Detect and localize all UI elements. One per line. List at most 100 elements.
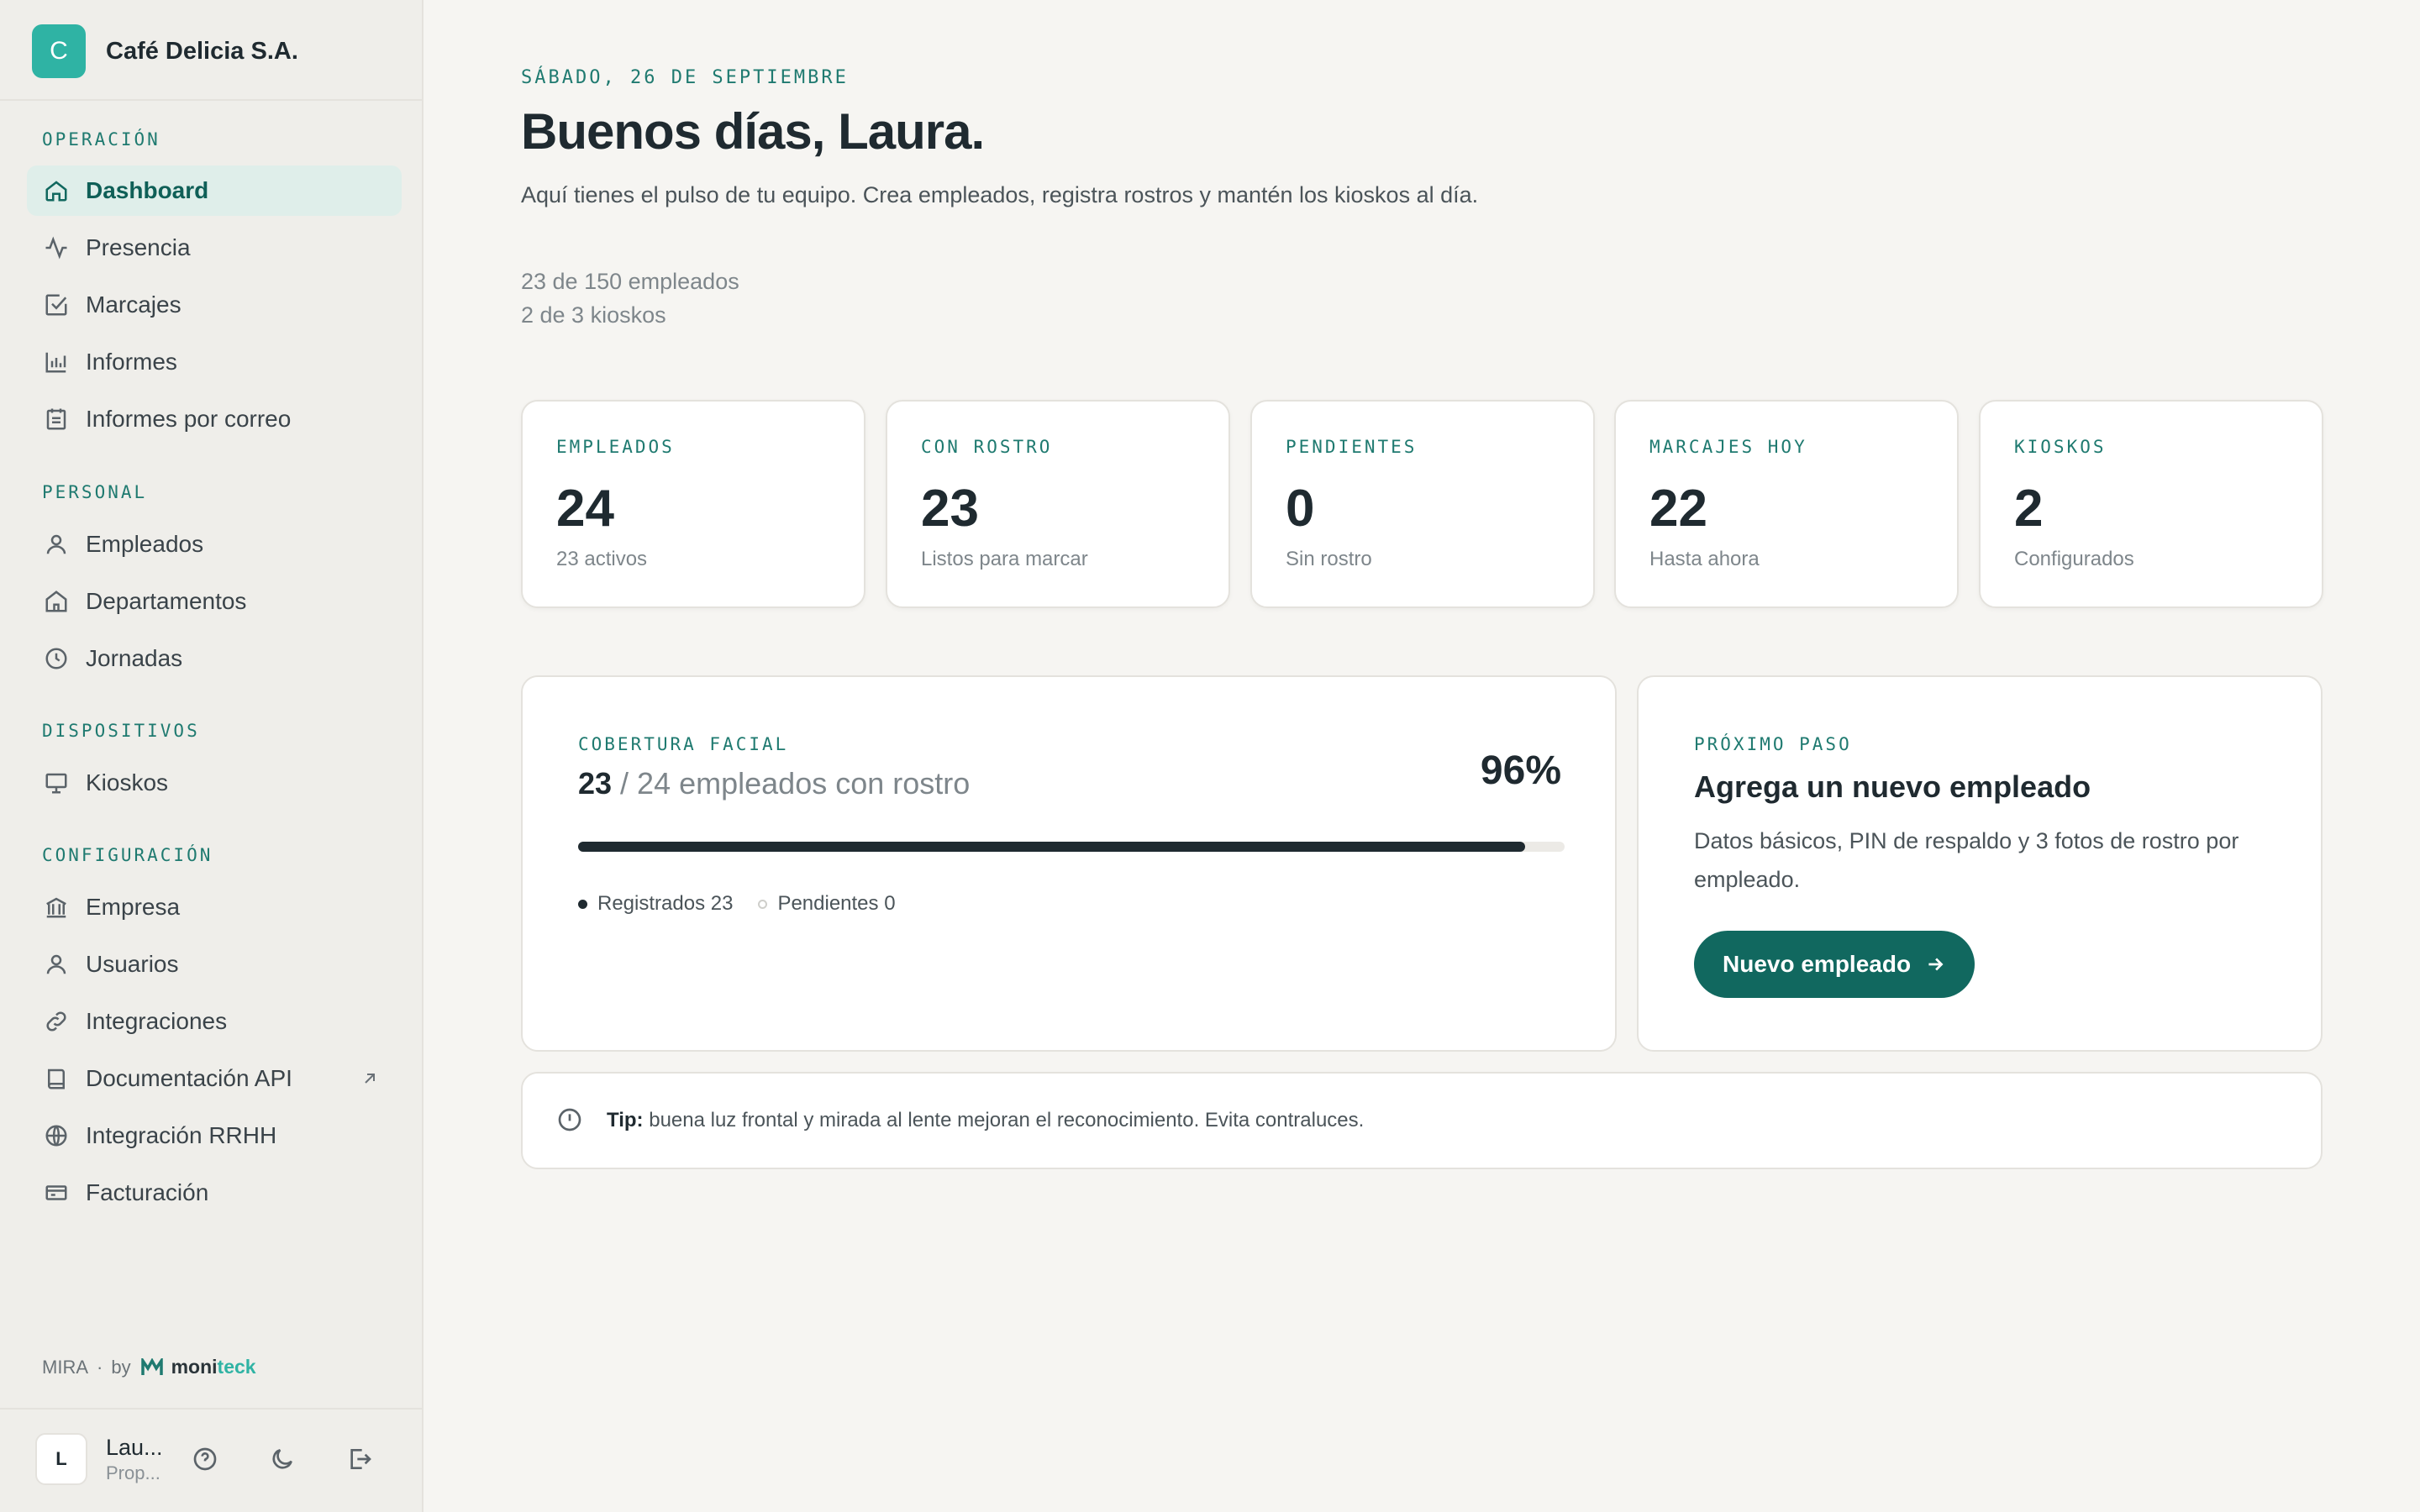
book-icon [42,1064,71,1093]
monitor-icon [42,769,71,797]
sidebar-item-empresa[interactable]: Empresa [27,882,402,932]
clock-icon [42,644,71,673]
tip-text: Tip: buena luz frontal y mirada al lente… [607,1109,1365,1131]
sidebar-item-integraciones[interactable]: Integraciones [27,996,402,1047]
sidebar-item-label: Marcajes [86,291,182,318]
sidebar-item-dashboard[interactable]: Dashboard [27,165,402,216]
user-bar: L Lau... Prop... [35,1433,173,1485]
stat-label: CON ROSTRO [921,437,1053,457]
check-square-icon [42,291,71,319]
sidebar: C Café Delicia S.A. OPERACIÓN Dashboard … [0,0,424,1512]
divider [0,1408,422,1410]
stat-sub: Hasta ahora [1649,548,1760,570]
button-label: Nuevo empleado [1723,951,1912,977]
company-logo: C [32,24,86,78]
empty-dot-icon [758,899,768,909]
moon-icon[interactable] [269,1446,299,1476]
product-credit: MIRA · by moniteck [42,1356,256,1378]
vendor-name: moniteck [171,1356,256,1378]
legend-registered: Registrados 23 [578,892,733,916]
stat-label: PENDIENTES [1286,437,1418,457]
logout-icon[interactable] [346,1446,376,1476]
building-home-icon [42,587,71,616]
coverage-progress-fill [578,842,1526,852]
stat-label: MARCAJES HOY [1649,437,1807,457]
stat-sub: Listos para marcar [921,548,1088,570]
stat-value: 24 [556,480,614,538]
sidebar-item-empleados[interactable]: Empleados [27,519,402,570]
separator: · [97,1356,103,1378]
sidebar-item-label: Integración RRHH [86,1122,277,1148]
sidebar-item-label: Departamentos [86,588,247,614]
avatar[interactable]: L [35,1433,87,1485]
sidebar-item-label: Empleados [86,531,204,557]
calendar-list-icon [42,405,71,433]
sidebar-item-label: Informes por correo [86,406,292,432]
sidebar-item-documentacion-api[interactable]: Documentación API [27,1053,402,1104]
activity-icon [42,234,71,262]
nav-section-configuracion: CONFIGURACIÓN [42,845,213,865]
stat-value: 22 [1649,480,1707,538]
stat-label: KIOSKOS [2014,437,2107,457]
sidebar-item-kioskos[interactable]: Kioskos [27,758,402,808]
divider [0,99,422,101]
sidebar-item-marcajes[interactable]: Marcajes [27,280,402,330]
globe-icon [42,1121,71,1150]
info-icon [556,1106,585,1135]
sidebar-item-label: Kioskos [86,769,169,795]
sidebar-item-presencia[interactable]: Presencia [27,223,402,273]
page-title: Buenos días, Laura. [521,103,985,160]
employees-quota: 23 de 150 empleados [521,269,739,294]
stat-card-con-rostro: CON ROSTRO 23 Listos para marcar [886,400,1230,608]
legend-pending: Pendientes 0 [758,892,896,916]
filled-dot-icon [578,899,587,909]
sidebar-item-label: Informes [86,349,177,375]
sidebar-item-integracion-rrhh[interactable]: Integración RRHH [27,1110,402,1161]
sidebar-item-jornadas[interactable]: Jornadas [27,633,402,684]
coverage-count: 23 / 24 empleados con rostro [578,766,971,801]
company-name: Café Delicia S.A. [106,37,298,65]
coverage-label: COBERTURA FACIAL [578,734,789,754]
stat-card-marcajes-hoy: MARCAJES HOY 22 Hasta ahora [1614,400,1959,608]
next-step-description: Datos básicos, PIN de respaldo y 3 fotos… [1694,828,2239,892]
home-icon [42,176,71,205]
stat-card-pendientes: PENDIENTES 0 Sin rostro [1250,400,1595,608]
bar-chart-icon [42,348,71,376]
stat-sub: Sin rostro [1286,548,1372,570]
intro-text: Aquí tienes el pulso de tu equipo. Crea … [521,182,1479,207]
sidebar-item-label: Dashboard [86,177,209,203]
link-icon [42,1007,71,1036]
user-name: Lau... [106,1434,163,1460]
nav-section-personal: PERSONAL [42,482,148,502]
company-switcher[interactable]: C Café Delicia S.A. [32,24,298,78]
help-icon[interactable] [192,1446,222,1476]
external-link-icon [360,1068,380,1089]
new-employee-button[interactable]: Nuevo empleado [1694,931,1975,998]
next-step-card: PRÓXIMO PASO Agrega un nuevo empleado Da… [1637,675,2323,1052]
stat-sub: 23 activos [556,548,648,570]
sidebar-item-label: Jornadas [86,645,183,671]
sidebar-item-usuarios[interactable]: Usuarios [27,939,402,990]
user-info[interactable]: Lau... Prop... [106,1435,173,1484]
sidebar-item-label: Facturación [86,1179,209,1205]
sidebar-item-informes[interactable]: Informes [27,337,402,387]
bank-icon [42,893,71,921]
stat-card-kioskos: KIOSKOS 2 Configurados [1979,400,2323,608]
sidebar-item-label: Integraciones [86,1008,228,1034]
stat-value: 0 [1286,480,1315,538]
user-icon [42,530,71,559]
sidebar-item-facturacion[interactable]: Facturación [27,1168,402,1218]
coverage-percent: 96% [1480,748,1561,793]
sidebar-item-informes-correo[interactable]: Informes por correo [27,394,402,444]
coverage-progress-bar [578,842,1565,852]
stat-sub: Configurados [2014,548,2134,570]
date-label: SÁBADO, 26 DE SEPTIEMBRE [521,67,849,88]
stat-card-empleados: EMPLEADOS 24 23 activos [521,400,865,608]
sidebar-item-departamentos[interactable]: Departamentos [27,576,402,627]
sidebar-item-label: Presencia [86,234,191,260]
user-icon [42,950,71,979]
next-step-label: PRÓXIMO PASO [1694,734,1852,754]
nav-section-operacion: OPERACIÓN [42,129,160,150]
kiosks-quota: 2 de 3 kioskos [521,302,666,328]
facial-coverage-card: COBERTURA FACIAL 23 / 24 empleados con r… [521,675,1617,1052]
